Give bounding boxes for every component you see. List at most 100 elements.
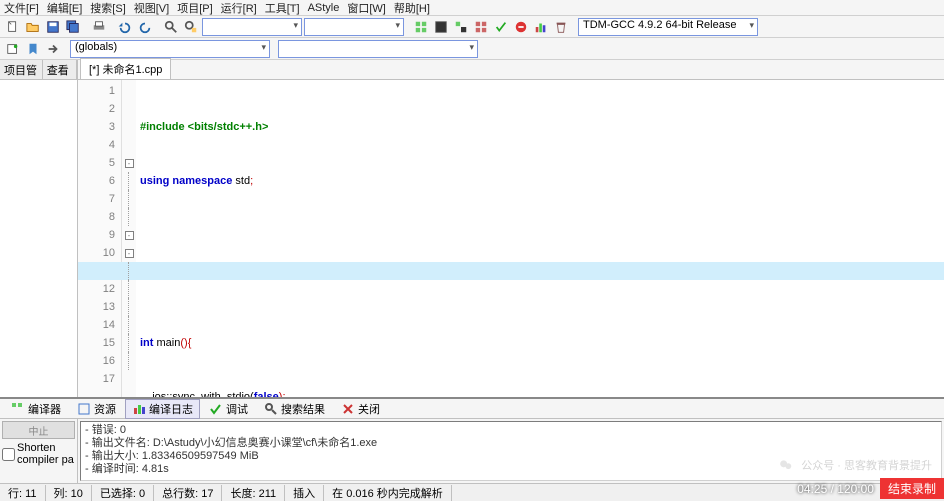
profile-icon: [534, 20, 548, 34]
close-icon: [341, 402, 355, 416]
new-file-button[interactable]: [4, 18, 22, 36]
profile-button[interactable]: [532, 18, 550, 36]
code-editor[interactable]: 1234 5678 9101112 13141516 17 - - - #inc…: [78, 80, 944, 397]
symbol-select[interactable]: [278, 40, 478, 58]
stop-compile-button[interactable]: 中止: [2, 421, 75, 439]
menu-project[interactable]: 项目[P]: [177, 0, 212, 16]
tab-close[interactable]: 关闭: [334, 399, 387, 419]
compile-run-icon: [454, 20, 468, 34]
output-left: 中止 Shorten compiler pa: [0, 419, 78, 483]
menu-astyle[interactable]: AStyle: [308, 2, 340, 14]
compiler-icon: [11, 402, 25, 416]
stop-record-button[interactable]: 结束录制: [880, 478, 944, 499]
toolbar-2: (globals): [0, 38, 944, 60]
menu-search[interactable]: 搜索[S]: [90, 0, 125, 16]
output-body: 中止 Shorten compiler pa - 错误: 0 - 输出文件名: …: [0, 419, 944, 483]
line-gutter: 1234 5678 9101112 13141516 17: [78, 80, 122, 397]
find-combo2[interactable]: [304, 18, 404, 36]
code-body[interactable]: #include <bits/stdc++.h> using namespace…: [136, 80, 944, 397]
status-col: 列: 10: [46, 485, 92, 501]
printer-icon: [92, 20, 106, 34]
menu-window[interactable]: 窗口[W]: [347, 0, 386, 16]
save-button[interactable]: [44, 18, 62, 36]
output-panel: 编译器 资源 编译日志 调试 搜索结果 关闭 中止 Shorten compil…: [0, 397, 944, 483]
find-button[interactable]: [162, 18, 180, 36]
tab-compile-log[interactable]: 编译日志: [125, 399, 200, 419]
undo-icon: [118, 20, 132, 34]
toolbar-area: TDM-GCC 4.9.2 64-bit Release (globals): [0, 16, 944, 60]
bookmark-button[interactable]: [24, 40, 42, 58]
shorten-check[interactable]: Shorten compiler pa: [2, 442, 75, 466]
compiler-select[interactable]: TDM-GCC 4.9.2 64-bit Release: [578, 18, 758, 36]
video-timestamp: 04:25 / 120:00: [797, 482, 874, 496]
video-controls: 04:25 / 120:00 结束录制: [791, 476, 944, 501]
toolbar-1: TDM-GCC 4.9.2 64-bit Release: [0, 16, 944, 38]
folder-open-icon: [26, 20, 40, 34]
goto-icon: [46, 42, 60, 56]
debug-button[interactable]: [492, 18, 510, 36]
compile-button[interactable]: [412, 18, 430, 36]
menu-view[interactable]: 视图[V]: [134, 0, 169, 16]
replace-button[interactable]: [182, 18, 200, 36]
new-file-icon: [6, 20, 20, 34]
redo-icon: [138, 20, 152, 34]
rebuild-icon: [474, 20, 488, 34]
status-len: 长度: 211: [222, 485, 285, 501]
main-area: 项目管理 查看类 [*] 未命名1.cpp 1234 5678 9101112 …: [0, 60, 944, 397]
log-icon: [132, 402, 146, 416]
stop-button[interactable]: [512, 18, 530, 36]
search-icon: [164, 20, 178, 34]
menu-help[interactable]: 帮助[H]: [394, 0, 430, 16]
menu-tools[interactable]: 工具[T]: [265, 0, 300, 16]
new-project-button[interactable]: [4, 40, 22, 58]
left-panel: 项目管理 查看类: [0, 60, 78, 397]
run-icon: [434, 20, 448, 34]
tab-project[interactable]: 项目管理: [0, 60, 43, 79]
open-button[interactable]: [24, 18, 42, 36]
tab-resource[interactable]: 资源: [70, 399, 123, 419]
compile-icon: [414, 20, 428, 34]
print-button[interactable]: [90, 18, 108, 36]
rebuild-button[interactable]: [472, 18, 490, 36]
menu-run[interactable]: 运行[R]: [221, 0, 257, 16]
new-project-icon: [6, 42, 20, 56]
left-tabs: 项目管理 查看类: [0, 60, 77, 80]
left-body: [0, 80, 77, 397]
goto-button[interactable]: [44, 40, 62, 58]
compile-run-button[interactable]: [452, 18, 470, 36]
menu-file[interactable]: 文件[F]: [4, 0, 39, 16]
clean-button[interactable]: [552, 18, 570, 36]
status-sel: 已选择: 0: [92, 485, 154, 501]
tab-classes[interactable]: 查看类: [43, 60, 77, 79]
find-combo[interactable]: [202, 18, 302, 36]
stop-icon: [514, 20, 528, 34]
bookmark-icon: [26, 42, 40, 56]
tab-search-results[interactable]: 搜索结果: [257, 399, 332, 419]
menu-edit[interactable]: 编辑[E]: [47, 0, 82, 16]
replace-icon: [184, 20, 198, 34]
redo-button[interactable]: [136, 18, 154, 36]
save-all-button[interactable]: [64, 18, 82, 36]
status-parse: 在 0.016 秒内完成解析: [324, 485, 452, 501]
output-tabs: 编译器 资源 编译日志 调试 搜索结果 关闭: [0, 399, 944, 419]
tab-debug[interactable]: 调试: [202, 399, 255, 419]
undo-button[interactable]: [116, 18, 134, 36]
file-tab-current[interactable]: [*] 未命名1.cpp: [80, 58, 171, 79]
tab-compiler[interactable]: 编译器: [4, 399, 68, 419]
status-ins: 插入: [285, 485, 324, 501]
status-total: 总行数: 17: [154, 485, 222, 501]
menu-bar: 文件[F] 编辑[E] 搜索[S] 视图[V] 项目[P] 运行[R] 工具[T…: [0, 0, 944, 16]
save-all-icon: [66, 20, 80, 34]
save-icon: [46, 20, 60, 34]
debug-icon: [209, 402, 223, 416]
scope-select[interactable]: (globals): [70, 40, 270, 58]
editor-area: [*] 未命名1.cpp 1234 5678 9101112 13141516 …: [78, 60, 944, 397]
run-button[interactable]: [432, 18, 450, 36]
fold-gutter: - - -: [122, 80, 136, 397]
status-line: 行: 11: [0, 485, 46, 501]
compile-output[interactable]: - 错误: 0 - 输出文件名: D:\Astudy\小幻信息奥赛小课堂\cf\…: [80, 421, 942, 481]
search-icon: [264, 402, 278, 416]
trash-icon: [554, 20, 568, 34]
resource-icon: [77, 402, 91, 416]
debug-checkmark-icon: [494, 20, 508, 34]
